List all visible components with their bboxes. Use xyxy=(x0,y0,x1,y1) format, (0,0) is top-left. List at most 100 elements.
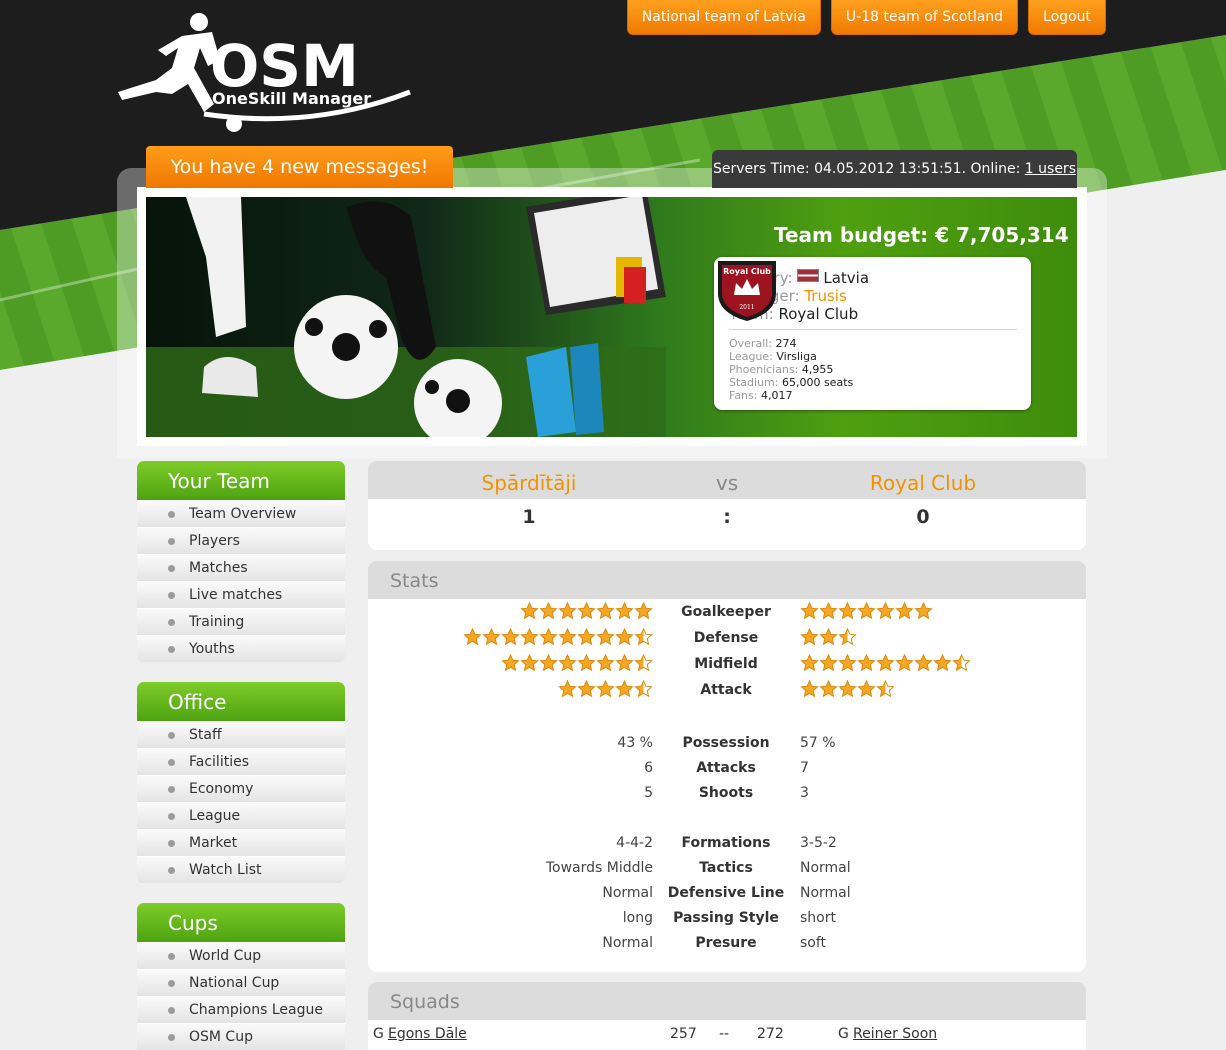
sidebar-item-economy[interactable]: Economy xyxy=(137,775,345,802)
star-icon xyxy=(596,654,615,672)
star-icon xyxy=(914,654,933,672)
away-player-rating: 272 xyxy=(757,1026,784,1042)
star-icon xyxy=(615,628,634,646)
star-icon xyxy=(558,602,577,620)
sidebar-item-players[interactable]: Players xyxy=(137,527,345,554)
away-rating-stars xyxy=(800,654,971,672)
stat-overall: Overall: 274 xyxy=(729,337,797,350)
stat-row: 43 % Possession 57 % xyxy=(368,735,1086,755)
home-stat-value: 4-4-2 xyxy=(616,835,653,851)
rating-row: Goalkeeper xyxy=(368,602,1086,624)
star-icon xyxy=(819,628,838,646)
sidebar-item-youths[interactable]: Youths xyxy=(137,635,345,662)
star-icon xyxy=(520,628,539,646)
star-icon xyxy=(933,654,952,672)
star-icon xyxy=(482,628,501,646)
stat-row: Normal Presure soft xyxy=(368,935,1086,955)
card-divider xyxy=(729,329,1017,330)
away-stat-value: 3 xyxy=(800,785,809,801)
star-icon xyxy=(520,602,539,620)
away-stat-value: 3-5-2 xyxy=(800,835,837,851)
home-stat-value: Towards Middle xyxy=(545,860,653,876)
rating-row: Attack xyxy=(368,680,1086,702)
national-team-button[interactable]: National team of Latvia xyxy=(626,0,821,35)
stat-row: Normal Defensive Line Normal xyxy=(368,885,1086,905)
sidebar-item-matches[interactable]: Matches xyxy=(137,554,345,581)
away-team-name[interactable]: Royal Club xyxy=(870,471,976,495)
rating-label: Goalkeeper xyxy=(681,604,771,620)
stat-row: 5 Shoots 3 xyxy=(368,785,1086,805)
home-player-link[interactable]: Egons Dāle xyxy=(388,1026,467,1042)
star-icon xyxy=(895,602,914,620)
team-banner: Team budget: € 7,705,314 Country: Latvia… xyxy=(146,197,1077,437)
away-stat-value: 7 xyxy=(800,760,809,776)
squads-box: Squads G Egons Dāle 257 -- 272 G Reiner … xyxy=(368,982,1086,1050)
squad-row: G Egons Dāle 257 -- 272 G Reiner Soon xyxy=(368,1026,1086,1046)
star-icon xyxy=(876,602,895,620)
star-icon xyxy=(838,628,857,646)
star-icon xyxy=(857,680,876,698)
stat-phoenicians: Phoenicians: 4,955 xyxy=(729,363,834,376)
match-score: 1 : 0 xyxy=(368,499,1086,550)
u18-team-button[interactable]: U-18 team of Scotland xyxy=(830,0,1019,35)
sidebar-heading: Cups xyxy=(137,903,345,942)
star-icon xyxy=(838,680,857,698)
sidebar-item-osm-cup[interactable]: OSM Cup xyxy=(137,1023,345,1050)
away-stat-value: Normal xyxy=(800,885,851,901)
away-rating-stars xyxy=(800,602,933,620)
away-player-link[interactable]: Reiner Soon xyxy=(853,1026,937,1042)
star-icon xyxy=(838,602,857,620)
sidebar-item-watch-list[interactable]: Watch List xyxy=(137,856,345,883)
sidebar-item-league[interactable]: League xyxy=(137,802,345,829)
star-icon xyxy=(800,602,819,620)
logout-button[interactable]: Logout xyxy=(1028,0,1106,35)
sidebar-your-team: Your Team Team Overview Players Matches … xyxy=(137,461,345,662)
server-status: Servers Time: 04.05.2012 13:51:51. Onlin… xyxy=(712,150,1077,188)
away-stat-value: short xyxy=(800,910,836,926)
star-icon xyxy=(819,602,838,620)
sidebar-item-live-matches[interactable]: Live matches xyxy=(137,581,345,608)
home-stat-value: 5 xyxy=(644,785,653,801)
sidebar-item-training[interactable]: Training xyxy=(137,608,345,635)
country-value: Latvia xyxy=(823,269,870,287)
score-separator: : xyxy=(723,506,731,528)
sidebar-item-world-cup[interactable]: World Cup xyxy=(137,942,345,969)
star-icon xyxy=(819,654,838,672)
crest-text: Royal Club xyxy=(723,267,771,276)
sidebar-item-champions-league[interactable]: Champions League xyxy=(137,996,345,1023)
messages-tab[interactable]: You have 4 new messages! xyxy=(146,146,453,188)
sidebar-item-facilities[interactable]: Facilities xyxy=(137,748,345,775)
star-icon xyxy=(634,680,653,698)
star-icon xyxy=(876,654,895,672)
stat-label: Presure xyxy=(695,935,757,951)
sidebar-item-team-overview[interactable]: Team Overview xyxy=(137,500,345,527)
team-value: Royal Club xyxy=(778,305,859,323)
manager-value[interactable]: Trusis xyxy=(804,287,846,305)
star-icon xyxy=(857,602,876,620)
stat-row: Towards Middle Tactics Normal xyxy=(368,860,1086,880)
star-icon xyxy=(800,680,819,698)
team-budget: Team budget: € 7,705,314 xyxy=(774,223,1069,247)
star-icon xyxy=(615,654,634,672)
stat-fans: Fans: 4,017 xyxy=(729,389,793,402)
stat-row: 6 Attacks 7 xyxy=(368,760,1086,780)
home-team-name[interactable]: Spārdītāji xyxy=(482,471,577,495)
star-icon xyxy=(558,628,577,646)
sidebar-item-staff[interactable]: Staff xyxy=(137,721,345,748)
osm-logo[interactable]: OSM OneSkill Manager xyxy=(112,8,422,136)
star-icon xyxy=(463,628,482,646)
star-icon xyxy=(952,654,971,672)
sidebar-item-national-cup[interactable]: National Cup xyxy=(137,969,345,996)
online-users-link[interactable]: 1 users xyxy=(1025,161,1076,177)
star-icon xyxy=(819,680,838,698)
sidebar-item-market[interactable]: Market xyxy=(137,829,345,856)
home-rating-stars xyxy=(558,680,653,698)
star-icon xyxy=(539,602,558,620)
sidebar-office: Office Staff Facilities Economy League M… xyxy=(137,682,345,883)
stat-label: Formations xyxy=(681,835,771,851)
top-nav: National team of Latvia U-18 team of Sco… xyxy=(626,0,1106,35)
crest-year: 2011 xyxy=(739,304,754,311)
team-stats: Overall: 274 League: Virsliga Phoenician… xyxy=(729,337,853,402)
star-icon xyxy=(501,654,520,672)
star-icon xyxy=(634,654,653,672)
